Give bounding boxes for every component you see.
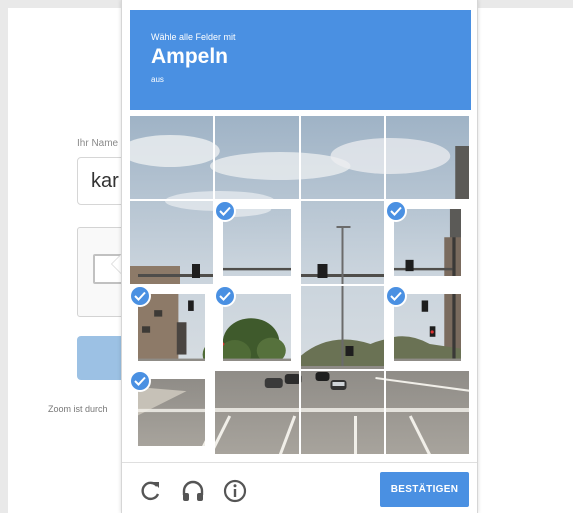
grid-tile-10[interactable] [215, 286, 299, 369]
grid-tile-14[interactable] [215, 371, 299, 454]
checkmark-icon [385, 201, 407, 222]
tile-image [300, 201, 384, 284]
grid-tile-7[interactable] [300, 201, 384, 284]
tile-image [300, 371, 384, 454]
grid-tile-9[interactable] [130, 286, 214, 369]
tile-image [385, 371, 469, 454]
tile-image [223, 209, 291, 276]
tile-image [223, 294, 291, 361]
challenge-keyword: Ampeln [151, 45, 229, 68]
tile-image [300, 116, 384, 199]
grid-tile-13[interactable] [130, 371, 214, 454]
grid-tile-1[interactable] [130, 116, 214, 199]
instruction-text: Wähle alle Felder mit [151, 32, 236, 42]
grid-tile-5[interactable] [130, 201, 214, 284]
name-input-value: kar [91, 170, 119, 192]
grid-tile-12[interactable] [385, 286, 469, 369]
zoom-note: Zoom ist durch [48, 404, 108, 414]
image-grid [130, 116, 471, 456]
name-label: Ihr Name [77, 138, 119, 149]
grid-tile-11[interactable] [300, 286, 384, 369]
checkmark-icon [385, 286, 407, 307]
grid-tile-15[interactable] [300, 371, 384, 454]
verify-button[interactable]: BESTÄTIGEN [380, 472, 469, 507]
tile-image [385, 116, 469, 199]
tile-image [138, 379, 206, 446]
grid-tile-3[interactable] [300, 116, 384, 199]
tile-image [130, 116, 214, 199]
grid-tile-2[interactable] [215, 116, 299, 199]
headphones-icon[interactable] [180, 478, 206, 504]
recaptcha-challenge-dialog: Wähle alle Felder mit Ampeln aus BESTÄTI… [121, 0, 478, 513]
info-icon[interactable] [222, 478, 248, 504]
grid-tile-6[interactable] [215, 201, 299, 284]
tile-image [130, 201, 214, 284]
reload-icon[interactable] [138, 478, 164, 504]
tile-image [393, 294, 461, 361]
footer-divider [122, 462, 477, 463]
grid-tile-8[interactable] [385, 201, 469, 284]
tile-image [215, 116, 299, 199]
tile-image [393, 209, 461, 276]
tile-image [300, 286, 384, 369]
grid-tile-4[interactable] [385, 116, 469, 199]
challenge-header: Wähle alle Felder mit Ampeln aus [130, 10, 471, 110]
instruction-suffix: aus [151, 75, 164, 84]
tile-image [138, 294, 206, 361]
grid-tile-16[interactable] [385, 371, 469, 454]
tile-image [215, 371, 299, 454]
